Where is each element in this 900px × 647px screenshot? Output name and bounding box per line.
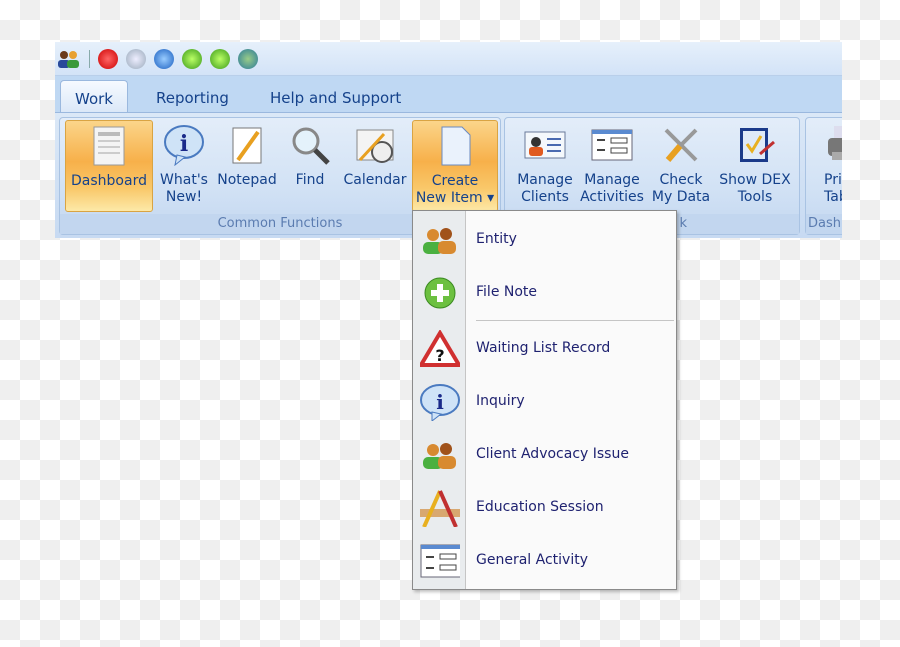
whats-new-button[interactable]: i What's New! bbox=[156, 120, 212, 212]
client-card-icon bbox=[524, 131, 566, 159]
button-label: Pri bbox=[824, 172, 842, 188]
menu-item-label: General Activity bbox=[476, 552, 588, 568]
find-button[interactable]: Find bbox=[284, 120, 336, 212]
warning-question-icon: ? bbox=[420, 330, 460, 367]
button-label: Notepad bbox=[217, 172, 277, 188]
tab-work[interactable]: Work bbox=[60, 80, 128, 112]
svg-text:i: i bbox=[436, 390, 444, 414]
show-dex-tools-button[interactable]: Show DEX Tools bbox=[716, 120, 794, 212]
app-window: Work Reporting Help and Support Dashboar… bbox=[55, 42, 842, 238]
svg-text:i: i bbox=[180, 131, 188, 157]
menu-separator bbox=[476, 320, 674, 321]
menu-item-label: Client Advocacy Issue bbox=[476, 446, 629, 462]
group-dashboard: PriTab Dash bbox=[805, 117, 842, 235]
power-icon[interactable] bbox=[98, 48, 118, 69]
people-icon bbox=[423, 443, 456, 469]
menu-item-file-note[interactable]: File Note bbox=[413, 268, 676, 318]
dashboard-icon bbox=[93, 126, 125, 166]
menu-item-education-session[interactable]: Education Session bbox=[413, 483, 676, 533]
dashboard-button[interactable]: Dashboard bbox=[65, 120, 153, 212]
calendar-icon bbox=[356, 129, 394, 163]
up-arrow-icon[interactable] bbox=[210, 48, 230, 69]
svg-text:?: ? bbox=[435, 346, 444, 365]
button-label: Manage bbox=[584, 172, 640, 188]
people-icon bbox=[423, 228, 456, 254]
menu-item-label: Entity bbox=[476, 231, 517, 247]
button-label: Create bbox=[431, 173, 479, 189]
menu-item-label: File Note bbox=[476, 284, 538, 300]
drafting-tools-icon bbox=[420, 490, 460, 527]
menu-item-label: Inquiry bbox=[476, 393, 525, 409]
button-label: Tab bbox=[824, 189, 842, 205]
plus-circle-icon bbox=[424, 277, 456, 309]
menu-item-label: Waiting List Record bbox=[476, 340, 611, 356]
button-label: My Data bbox=[651, 189, 711, 205]
sync-globe-icon[interactable] bbox=[238, 48, 258, 69]
button-label: Tools bbox=[737, 189, 773, 205]
menu-item-label: Education Session bbox=[476, 499, 604, 515]
magnifier-icon bbox=[292, 127, 330, 165]
info-icon: i bbox=[164, 125, 204, 166]
button-label: What's bbox=[160, 172, 208, 188]
button-label: New! bbox=[165, 189, 203, 205]
printer-icon bbox=[828, 126, 842, 160]
tools-icon bbox=[664, 128, 698, 162]
group-label: Dash bbox=[806, 214, 842, 234]
menu-item-general-activity[interactable]: General Activity bbox=[413, 536, 676, 586]
create-new-item-menu: Entity File Note ? Waiting List Record i… bbox=[412, 210, 677, 590]
ribbon-tabs: Work Reporting Help and Support bbox=[55, 76, 842, 112]
check-my-data-button[interactable]: Check My Data bbox=[648, 120, 714, 212]
refresh-icon[interactable] bbox=[126, 48, 146, 69]
globe-icon[interactable] bbox=[154, 48, 174, 69]
menu-item-inquiry[interactable]: i Inquiry bbox=[413, 377, 676, 427]
quick-access-toolbar bbox=[55, 42, 842, 76]
tab-reporting[interactable]: Reporting bbox=[142, 80, 243, 112]
menu-item-entity[interactable]: Entity bbox=[413, 215, 676, 265]
menu-item-client-advocacy-issue[interactable]: Client Advocacy Issue bbox=[413, 430, 676, 480]
divider bbox=[89, 49, 90, 68]
info-bubble-icon: i bbox=[420, 384, 460, 421]
button-label: Activities bbox=[580, 189, 644, 205]
button-label: Show DEX bbox=[719, 172, 791, 188]
print-tab-button[interactable]: PriTab bbox=[810, 120, 842, 212]
button-label: Find bbox=[295, 172, 325, 188]
create-new-item-button[interactable]: Create New Item ▾ bbox=[412, 120, 498, 212]
down-arrow-icon[interactable] bbox=[182, 48, 202, 69]
button-label: Dashboard bbox=[71, 173, 147, 189]
checklist-icon bbox=[740, 128, 775, 162]
button-label: Manage bbox=[517, 172, 573, 188]
calendar-button[interactable]: Calendar bbox=[339, 120, 411, 212]
tab-help-and-support[interactable]: Help and Support bbox=[256, 80, 415, 112]
manage-activities-button[interactable]: Manage Activities bbox=[579, 120, 645, 212]
form-icon bbox=[420, 544, 460, 578]
notepad-button[interactable]: Notepad bbox=[213, 120, 281, 212]
notepad-icon bbox=[232, 127, 262, 164]
form-icon bbox=[591, 129, 633, 161]
button-label: Calendar bbox=[343, 172, 407, 188]
manage-clients-button[interactable]: Manage Clients bbox=[513, 120, 577, 212]
button-label: Clients bbox=[521, 189, 569, 205]
new-document-icon bbox=[441, 126, 471, 166]
button-label: New Item ▾ bbox=[415, 190, 495, 206]
menu-item-waiting-list-record[interactable]: ? Waiting List Record bbox=[413, 324, 676, 374]
button-label: Check bbox=[659, 172, 703, 188]
users-icon[interactable] bbox=[57, 48, 81, 70]
